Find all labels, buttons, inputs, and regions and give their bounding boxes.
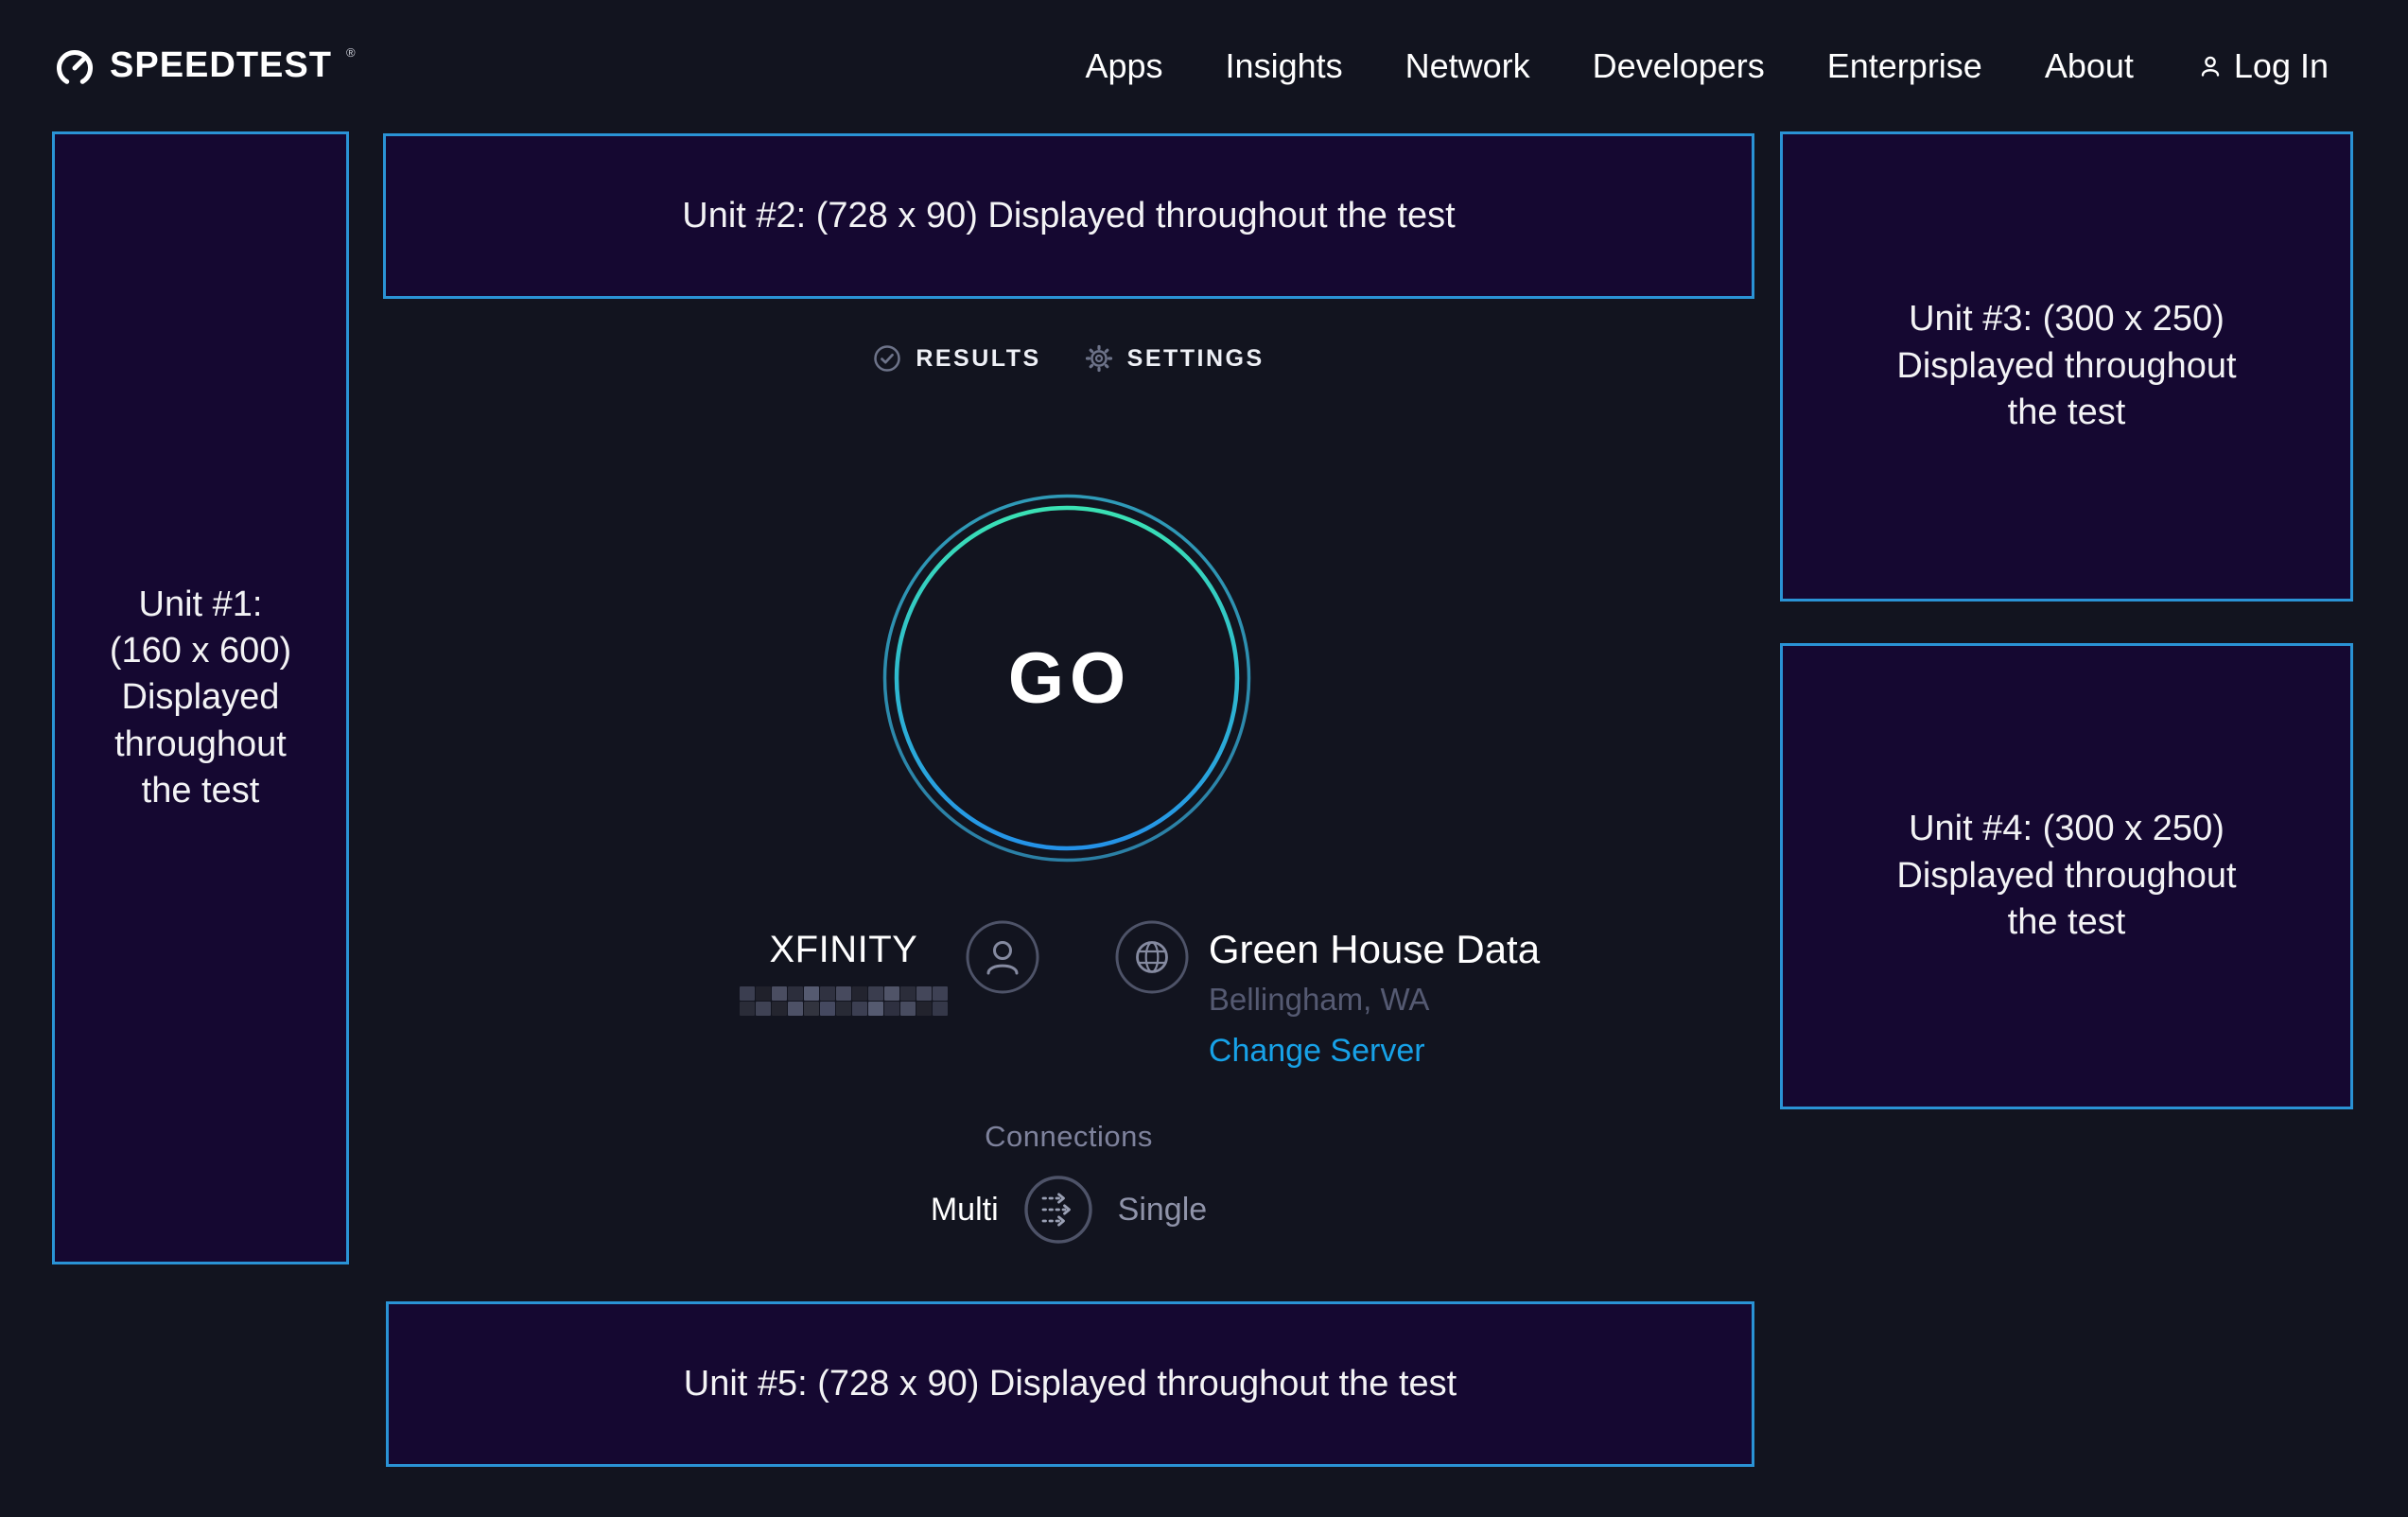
censor-block	[916, 986, 932, 1001]
censor-block	[852, 986, 867, 1001]
mode-multi[interactable]: Multi	[931, 1192, 999, 1229]
ad-text-line: Unit #5: (728 x 90) Displayed throughout…	[684, 1361, 1457, 1407]
censor-block	[740, 986, 755, 1001]
check-circle-icon	[873, 344, 901, 373]
censor-block	[836, 986, 851, 1001]
nav-items: Apps Insights Network Developers Enterprise A…	[1085, 46, 2133, 86]
censor-block	[916, 1002, 932, 1016]
censor-block	[836, 1002, 851, 1016]
censor-block	[788, 986, 803, 1001]
nav-item-developers[interactable]: Developers	[1593, 46, 1765, 86]
censor-block	[852, 1002, 867, 1016]
censor-block	[772, 986, 787, 1001]
censor-block	[772, 1002, 787, 1016]
censor-block	[804, 986, 819, 1001]
server-location: Bellingham, WA	[1209, 982, 1540, 1018]
nav-item-about[interactable]: About	[2045, 46, 2134, 86]
censored-isp-detail	[740, 986, 948, 1016]
server-text: Green House Data Bellingham, WA Change S…	[1209, 919, 1540, 1070]
speedtest-page: SPEEDTEST ® Apps Insights Network Developer…	[0, 0, 2408, 1517]
censor-block	[884, 986, 899, 1001]
ad-unit-4[interactable]: Unit #4: (300 x 250)Displayed throughout…	[1780, 643, 2353, 1109]
ad-text-line: Unit #3: (300 x 250)	[1896, 296, 2236, 342]
censor-block	[820, 1002, 835, 1016]
globe-circle-icon	[1114, 919, 1190, 995]
censor-block	[756, 986, 771, 1001]
isp-block: XFINITY	[740, 919, 1040, 1016]
ad-text-line: Displayed throughout	[1896, 853, 2236, 899]
ad-text: Unit #4: (300 x 250)Displayed throughout…	[1896, 806, 2236, 946]
logo-text: SPEEDTEST	[110, 44, 332, 87]
ad-text-line: the test	[1896, 899, 2236, 946]
nav-item-network[interactable]: Network	[1405, 46, 1530, 86]
ad-text: Unit #2: (728 x 90) Displayed throughout…	[682, 193, 1455, 239]
tab-settings-label: SETTINGS	[1127, 345, 1265, 373]
nav-item-apps[interactable]: Apps	[1085, 46, 1162, 86]
censor-block	[900, 1002, 916, 1016]
main-nav: Apps Insights Network Developers Enterprise A…	[1085, 46, 2329, 86]
tab-results[interactable]: RESULTS	[873, 344, 1040, 373]
change-server-link[interactable]: Change Server	[1209, 1033, 1425, 1070]
ad-text-line: Unit #4: (300 x 250)	[1896, 806, 2236, 852]
censor-block	[884, 1002, 899, 1016]
logo-trademark: ®	[346, 45, 356, 60]
censor-block	[868, 986, 883, 1001]
ad-text-line: Unit #1:	[110, 582, 291, 628]
login-label: Log In	[2234, 46, 2329, 86]
ad-unit-2[interactable]: Unit #2: (728 x 90) Displayed throughout…	[383, 133, 1754, 299]
host-server-row: XFINITY Green House Data Bellingham, WA …	[383, 919, 1754, 1070]
ad-unit-5[interactable]: Unit #5: (728 x 90) Displayed throughout…	[386, 1301, 1754, 1467]
isp-name: XFINITY	[740, 929, 948, 971]
censor-block	[740, 1002, 755, 1016]
gear-icon	[1085, 344, 1113, 373]
speedometer-gauge-icon	[53, 45, 96, 89]
header: SPEEDTEST ® Apps Insights Network Developer…	[0, 0, 2408, 131]
ad-unit-1[interactable]: Unit #1:(160 x 600)Displayedthroughoutth…	[52, 131, 349, 1264]
censor-block	[900, 986, 916, 1001]
ad-text-line: Displayed	[110, 674, 291, 721]
server-name: Green House Data	[1209, 927, 1540, 972]
nav-item-enterprise[interactable]: Enterprise	[1827, 46, 1982, 86]
ad-unit-3[interactable]: Unit #3: (300 x 250)Displayed throughout…	[1780, 131, 2353, 602]
multi-arrows-icon	[1023, 1175, 1093, 1245]
mode-single[interactable]: Single	[1118, 1192, 1208, 1229]
ad-text: Unit #3: (300 x 250)Displayed throughout…	[1896, 296, 2236, 436]
ad-text-line: (160 x 600)	[110, 628, 291, 674]
tab-settings[interactable]: SETTINGS	[1085, 344, 1265, 373]
connections-section: Connections Multi Single	[383, 1120, 1754, 1245]
connections-label: Connections	[383, 1120, 1754, 1154]
isp-text: XFINITY	[740, 919, 948, 1016]
ad-text-line: the test	[110, 768, 291, 814]
censor-block	[868, 1002, 883, 1016]
censor-block	[933, 1002, 948, 1016]
censor-block	[933, 986, 948, 1001]
ad-text-line: Unit #2: (728 x 90) Displayed throughout…	[682, 193, 1455, 239]
speedtest-logo[interactable]: SPEEDTEST ®	[53, 44, 356, 89]
censor-block	[756, 1002, 771, 1016]
person-icon	[2196, 52, 2225, 80]
censor-block	[788, 1002, 803, 1016]
tabs: RESULTS SETTINGS	[383, 344, 1754, 373]
tab-results-label: RESULTS	[916, 345, 1040, 373]
go-button[interactable]: GO	[882, 494, 1251, 863]
person-circle-icon	[965, 919, 1040, 995]
ad-text-line: the test	[1896, 390, 2236, 436]
ad-text-line: Displayed throughout	[1896, 343, 2236, 390]
ad-text: Unit #1:(160 x 600)Displayedthroughoutth…	[110, 582, 291, 815]
go-label: GO	[882, 494, 1251, 863]
ad-text-line: throughout	[110, 722, 291, 768]
censor-block	[820, 986, 835, 1001]
ad-text: Unit #5: (728 x 90) Displayed throughout…	[684, 1361, 1457, 1407]
nav-item-insights[interactable]: Insights	[1226, 46, 1343, 86]
login-button[interactable]: Log In	[2196, 46, 2329, 86]
censor-block	[804, 1002, 819, 1016]
connection-mode-row: Multi Single	[383, 1175, 1754, 1245]
connection-mode-toggle[interactable]	[1023, 1175, 1093, 1245]
